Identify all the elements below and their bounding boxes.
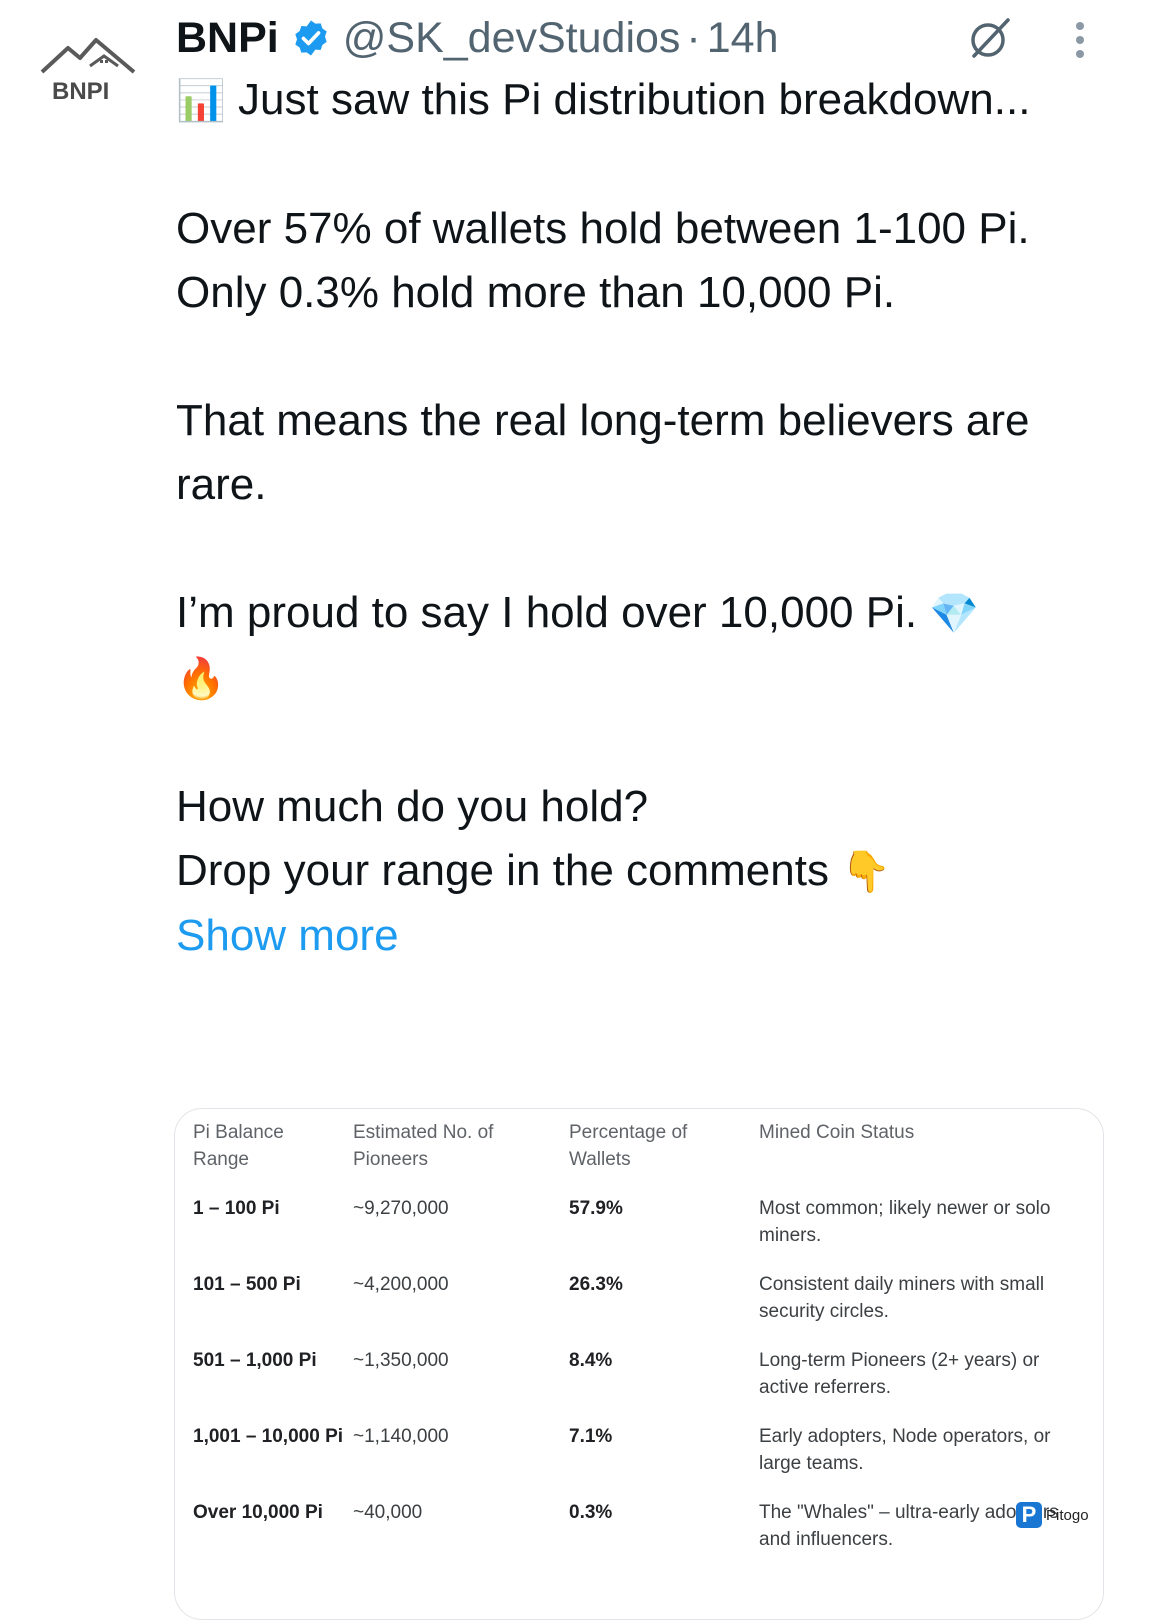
table-cell-range: 501 – 1,000 Pi xyxy=(193,1350,317,1371)
table-cell-count: ~1,140,000 xyxy=(353,1426,449,1447)
author-handle[interactable]: @SK_devStudios xyxy=(343,14,681,63)
author-avatar[interactable]: BNPI xyxy=(38,36,148,106)
avatar-logo-text: BNPI xyxy=(52,78,110,105)
pointing-down-emoji-icon: 👇 xyxy=(841,849,892,895)
tweet-paragraph-1: 📊 Just saw this Pi distribution breakdow… xyxy=(176,68,1096,133)
tweet-media-image[interactable]: Pi Balance Range Estimated No. of Pionee… xyxy=(174,1108,1104,1620)
distribution-table: Pi Balance Range Estimated No. of Pionee… xyxy=(193,1119,1093,1575)
tweet-line-6: Drop your range in the comments xyxy=(176,846,829,895)
table-cell-count: ~1,350,000 xyxy=(353,1350,449,1371)
tweet-paragraph-3: That means the real long-term believers … xyxy=(176,396,1030,509)
tweet-paragraph-4: I’m proud to say I hold over 10,000 Pi. … xyxy=(176,581,1096,711)
table-row: 101 – 500 Pi ~4,200,000 26.3% Consistent… xyxy=(193,1271,1093,1347)
table-cell-percent: 0.3% xyxy=(569,1502,613,1523)
tweet-paragraph-5: How much do you hold? Drop your range in … xyxy=(176,775,1096,904)
bar-chart-emoji-icon: 📊 xyxy=(176,78,226,124)
pitogo-watermark: P Pitogo xyxy=(1016,1500,1096,1530)
table-cell-status: Consistent daily miners with small secur… xyxy=(759,1274,1045,1322)
mountain-logo-icon xyxy=(40,38,136,74)
table-cell-status: Most common; likely newer or solo miners… xyxy=(759,1198,1051,1246)
table-header-cell: Estimated No. of Pioneers xyxy=(353,1122,494,1170)
table-cell-percent: 7.1% xyxy=(569,1426,613,1447)
table-cell-range: 1 – 100 Pi xyxy=(193,1198,280,1219)
pitogo-logo-icon: P xyxy=(1016,1502,1042,1528)
table-row: 501 – 1,000 Pi ~1,350,000 8.4% Long-term… xyxy=(193,1347,1093,1423)
gem-emoji-icon: 💎 xyxy=(929,591,980,637)
header-separator: · xyxy=(686,13,701,62)
table-cell-percent: 57.9% xyxy=(569,1198,623,1219)
table-cell-range: 101 – 500 Pi xyxy=(193,1274,301,1295)
tweet-paragraph-2: Over 57% of wallets hold between 1-100 P… xyxy=(176,197,1096,325)
table-row: 1,001 – 10,000 Pi ~1,140,000 7.1% Early … xyxy=(193,1423,1093,1499)
tweet-line-1: Just saw this Pi distribution breakdown.… xyxy=(238,75,1031,124)
tweet-line-4: I’m proud to say I hold over 10,000 Pi. xyxy=(176,588,918,637)
table-cell-status: Early adopters, Node operators, or large… xyxy=(759,1426,1051,1474)
table-row: 1 – 100 Pi ~9,270,000 57.9% Most common;… xyxy=(193,1195,1093,1271)
tweet-text: 📊 Just saw this Pi distribution breakdow… xyxy=(176,68,1096,968)
table-header-row: Pi Balance Range Estimated No. of Pionee… xyxy=(193,1119,1093,1195)
more-vertical-icon[interactable] xyxy=(1068,16,1092,64)
table-header-cell: Percentage of Wallets xyxy=(569,1122,688,1170)
table-header-cell: Pi Balance Range xyxy=(193,1122,284,1170)
tweet-line-2: Over 57% of wallets hold between 1-100 P… xyxy=(176,204,1030,253)
table-row: Over 10,000 Pi ~40,000 0.3% The "Whales"… xyxy=(193,1499,1093,1575)
table-cell-count: ~4,200,000 xyxy=(353,1274,449,1295)
tweet-header: BNPi @SK_devStudios · 14h xyxy=(176,10,779,66)
verified-badge-icon xyxy=(291,18,331,58)
table-cell-count: ~9,270,000 xyxy=(353,1198,449,1219)
tweet-timestamp[interactable]: 14h xyxy=(707,14,779,63)
table-cell-range: 1,001 – 10,000 Pi xyxy=(193,1426,344,1447)
tweet-line-3: Only 0.3% hold more than 10,000 Pi. xyxy=(176,268,896,317)
table-cell-range: Over 10,000 Pi xyxy=(193,1502,323,1523)
table-header-cell: Mined Coin Status xyxy=(759,1122,915,1143)
author-name[interactable]: BNPi xyxy=(176,14,279,63)
show-more-link[interactable]: Show more xyxy=(176,904,399,968)
grok-icon[interactable] xyxy=(966,14,1014,62)
table-cell-percent: 26.3% xyxy=(569,1274,623,1295)
table-cell-count: ~40,000 xyxy=(353,1502,423,1523)
tweet-line-5: How much do you hold? xyxy=(176,782,649,831)
fire-emoji-icon: 🔥 xyxy=(176,656,226,702)
pitogo-watermark-text: Pitogo xyxy=(1046,1506,1089,1524)
table-cell-status: Long-term Pioneers (2+ years) or active … xyxy=(759,1350,1040,1398)
table-cell-percent: 8.4% xyxy=(569,1350,613,1371)
